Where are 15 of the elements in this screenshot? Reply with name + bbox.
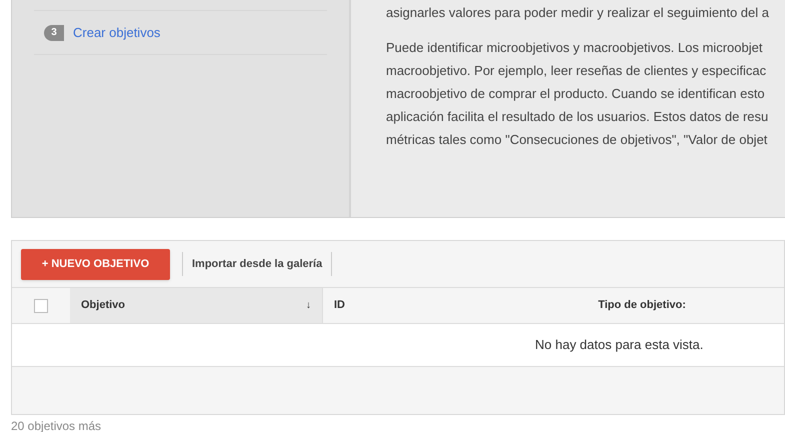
empty-message: No hay datos para esta vista.	[535, 336, 704, 354]
description-text: macroobjetivo de comprar el producto. Cuando se identifican esto	[386, 85, 765, 103]
new-goal-button[interactable]: + NUEVO OBJETIVO	[21, 248, 170, 280]
description-text: métricas tales como "Consecuciones de objetivos", "Valor de objet	[386, 131, 768, 149]
step-link[interactable]: Crear objetivos	[73, 22, 160, 42]
column-header[interactable]: Tipo de objetivo:	[569, 288, 784, 323]
step-number: 3	[44, 24, 64, 40]
column-header[interactable]: ID	[323, 288, 569, 323]
description-text: aplicación facilita el resultado de los usuarios. Estos datos de resu	[386, 108, 768, 126]
description-text: macroobjetivo. Por ejemplo, leer reseñas de clientes y especificac	[386, 62, 766, 80]
import-gallery-link[interactable]: Importar desde la galería	[183, 256, 332, 272]
intro-text: asignarles valores para poder medir y realizar el seguimiento del a	[386, 4, 769, 22]
description-text: Puede identificar microobjetivos y macroobjetivos. Los microobjet	[386, 39, 762, 57]
select-all-checkbox[interactable]	[34, 298, 48, 312]
column-header[interactable]: Objetivo ↓	[70, 288, 323, 323]
